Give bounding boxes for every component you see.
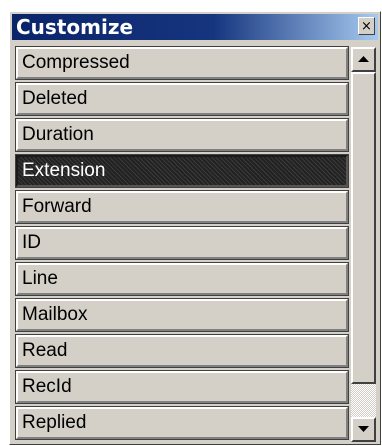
list-item-deleted[interactable]: Deleted <box>15 82 349 116</box>
vertical-scrollbar[interactable] <box>351 47 376 442</box>
list-item-duration[interactable]: Duration <box>15 118 349 152</box>
list-item-compressed[interactable]: Compressed <box>15 46 349 80</box>
list-item-extension[interactable]: Extension <box>15 154 349 188</box>
list-item-read[interactable]: Read <box>15 334 349 368</box>
scroll-down-button[interactable] <box>351 417 376 442</box>
scrollbar-thumb[interactable] <box>351 72 376 384</box>
arrow-up-icon <box>358 56 369 62</box>
close-icon: × <box>361 18 372 34</box>
field-list: Compressed Deleted Duration Extension Fo… <box>13 44 349 442</box>
title-bar[interactable]: Customize × <box>12 14 378 40</box>
close-button[interactable]: × <box>358 17 375 35</box>
list-item-forward[interactable]: Forward <box>15 190 349 224</box>
list-item-replied[interactable]: Replied <box>15 406 349 440</box>
list-item-mailbox[interactable]: Mailbox <box>15 298 349 332</box>
scroll-up-button[interactable] <box>351 47 376 72</box>
customize-window: Customize × Compressed Deleted Duration … <box>9 11 381 445</box>
list-item-id[interactable]: ID <box>15 226 349 260</box>
arrow-down-icon <box>358 426 369 432</box>
window-title: Customize <box>16 15 134 39</box>
list-item-recid[interactable]: RecId <box>15 370 349 404</box>
list-item-line[interactable]: Line <box>15 262 349 296</box>
